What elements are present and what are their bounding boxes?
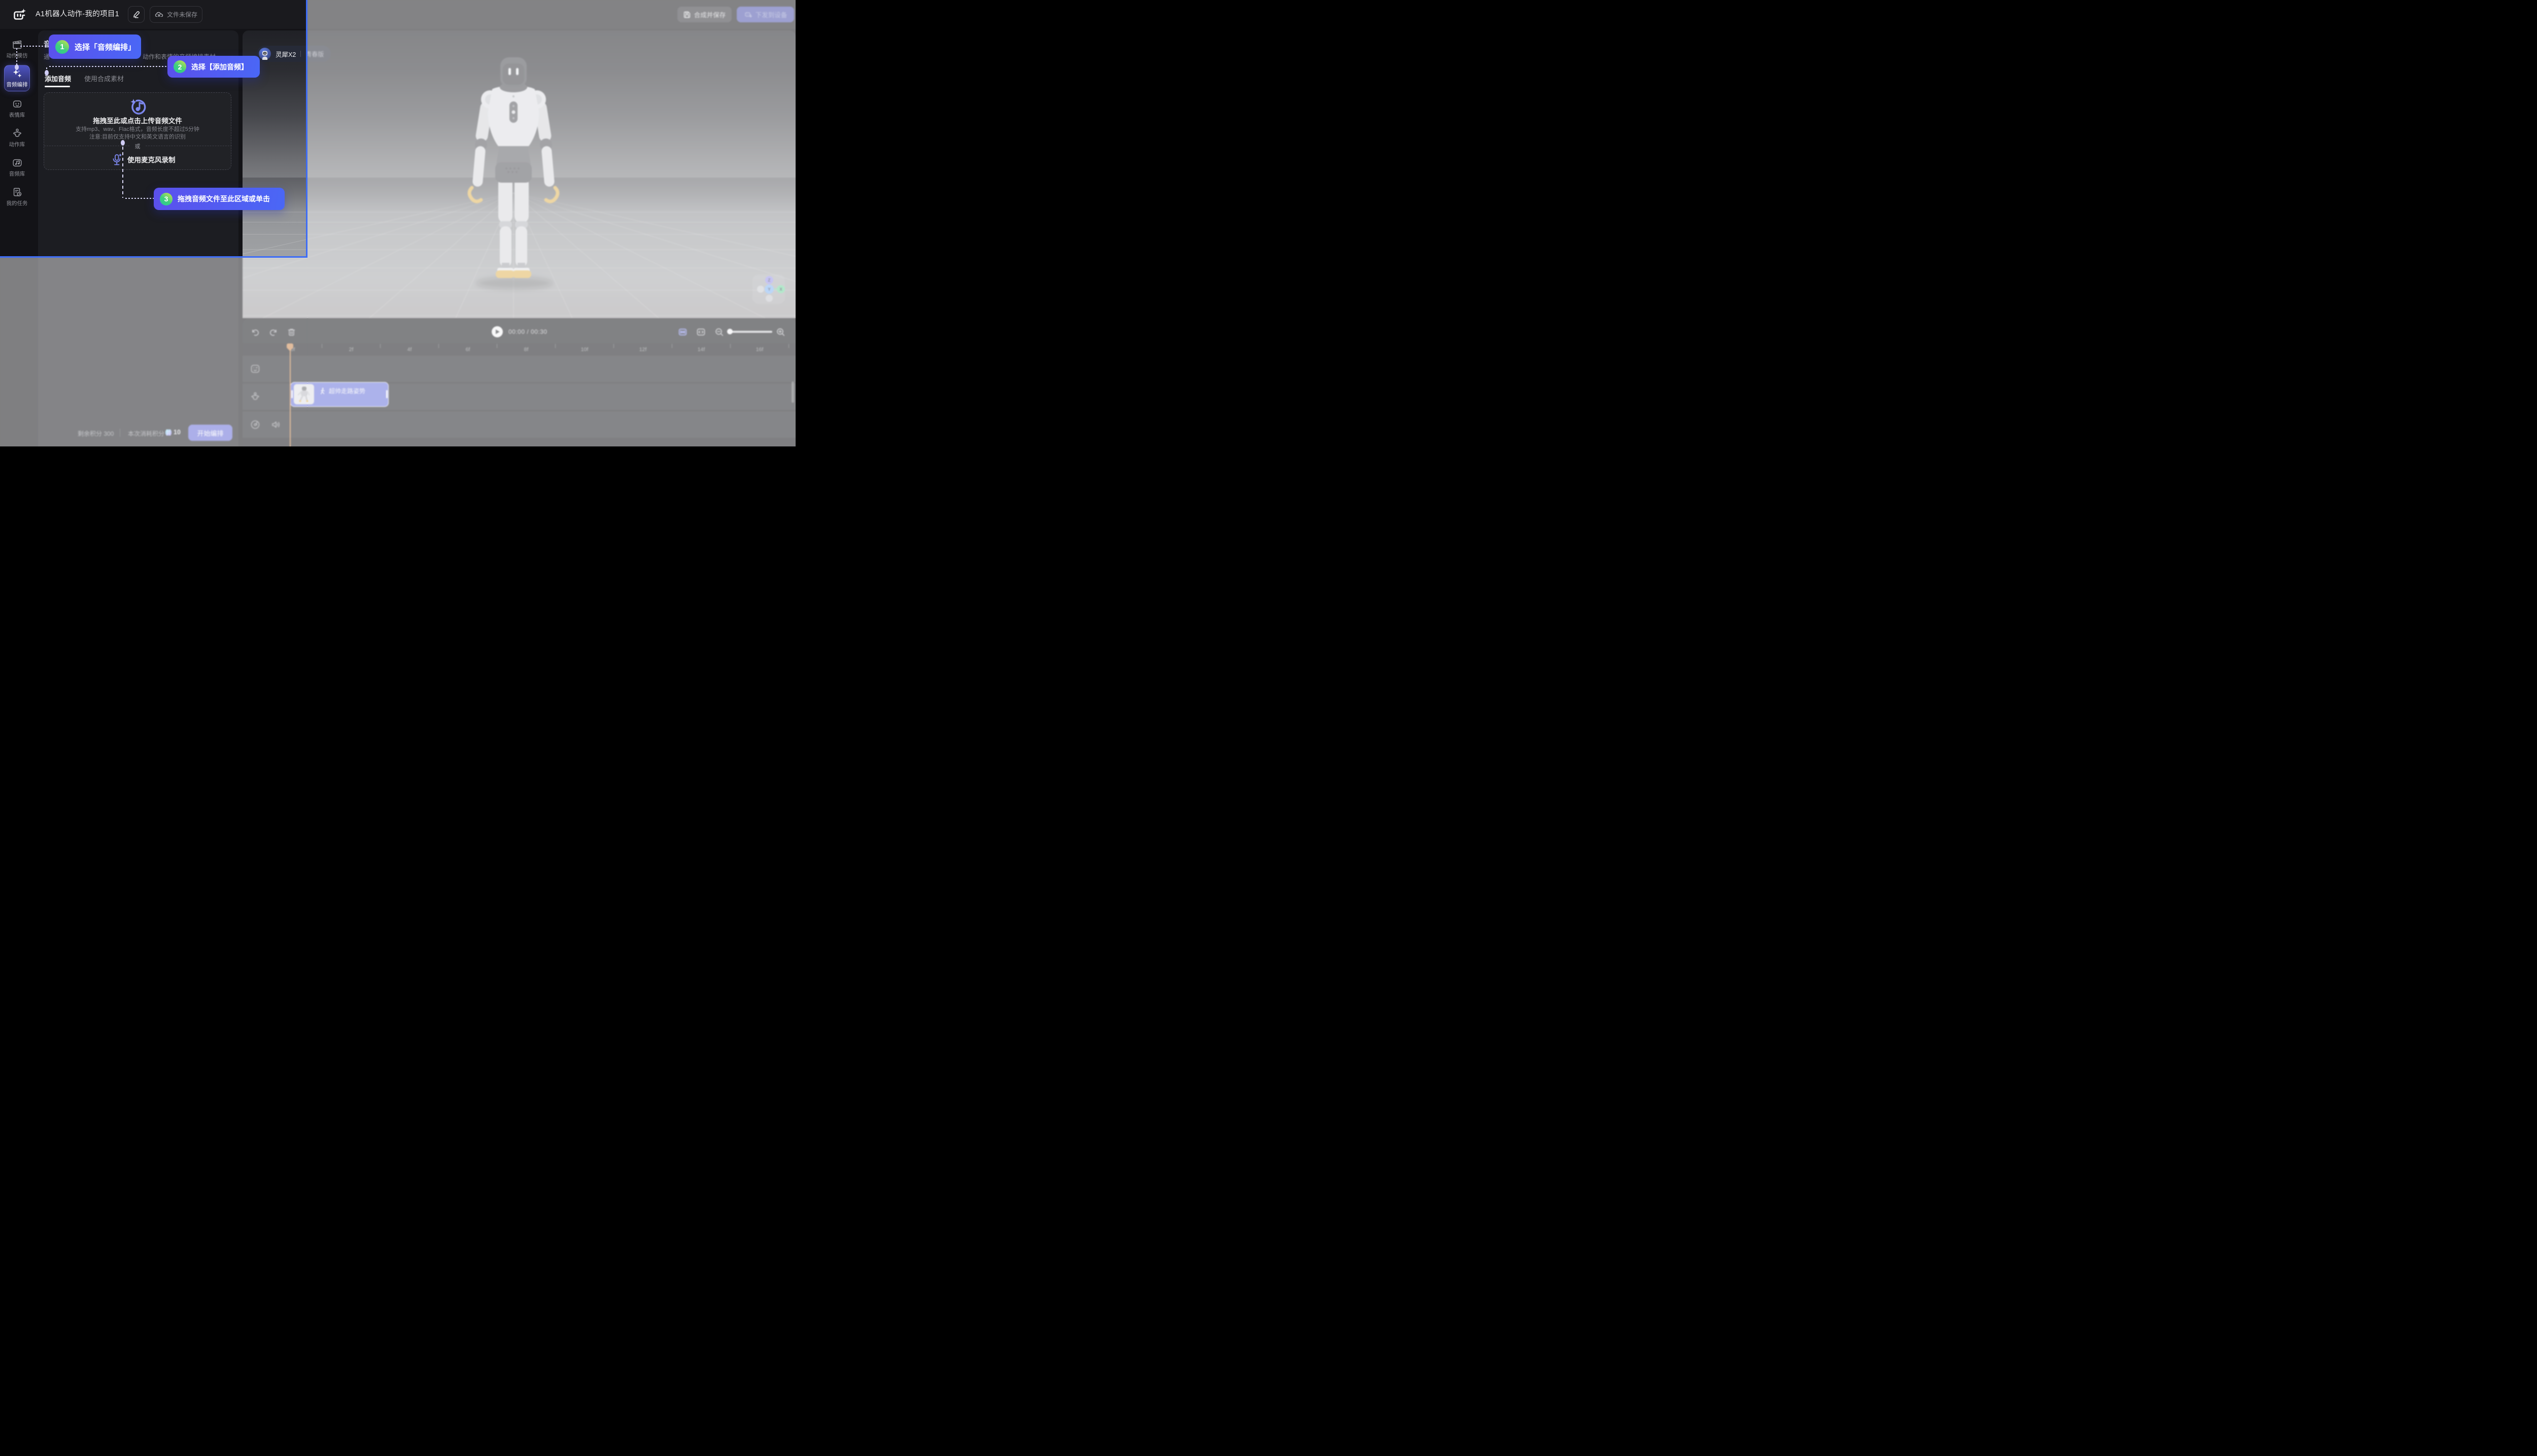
mic-record-label: 使用麦克风录制 [127,154,176,164]
sidebar-label: 音频库 [9,170,25,178]
connector-line [49,66,167,67]
connector-dot [45,70,49,76]
robot-avatar [259,48,271,60]
step-number-badge: 1 [55,40,69,54]
save-status-button[interactable]: 文件未保存 [150,6,202,23]
step-label: 选择【添加音频】 [191,62,248,72]
sidebar-item-audio-library[interactable]: 音频库 [0,157,34,178]
task-list-icon [12,187,23,198]
step-number-badge: 3 [160,193,173,205]
cloud-unsaved-icon [155,11,163,18]
tab-add-audio[interactable]: 添加音频 [45,74,71,83]
audio-upload-dropzone[interactable]: 拖拽至此或点击上传音频文件 支持mp3、wav、Flac格式，音频长度不超过5分… [44,92,231,170]
connector-line [125,198,154,199]
mic-record-button[interactable]: 使用麦克风录制 [111,153,176,166]
tutorial-dim-overlay [0,258,307,446]
connector-line [20,46,49,47]
person-icon [12,128,23,139]
highlight-border [0,256,306,258]
highlight-border [306,0,307,258]
robot-face-icon [12,98,23,110]
sidebar-item-expression-library[interactable]: 表情库 [0,98,34,119]
pencil-icon [132,11,140,18]
connector-dot [121,140,125,146]
connector-line [122,147,123,198]
active-tab-underline [45,86,70,87]
rename-button[interactable] [128,6,145,23]
sidebar-label: 我的任务 [7,199,28,207]
audio-library-icon [12,157,23,168]
tutorial-step-2: 2 选择【添加音频】 [167,56,260,78]
step-number-badge: 2 [174,60,186,73]
or-label: 或 [44,142,231,150]
app-logo-icon [11,7,26,22]
step-label: 拖拽音频文件至此区域或单击 [178,194,270,204]
microphone-icon [111,153,123,166]
step-label: 选择「音频编排」 [75,42,135,52]
robot-name: 灵犀X2 [276,49,296,59]
tutorial-dim-overlay [307,0,796,446]
sidebar-item-motion-library[interactable]: 动作库 [0,128,34,148]
upload-hint-formats: 支持mp3、wav、Flac格式，音频长度不超过5分钟 [44,125,231,133]
project-title: A1机器人动作-我的项目1 [36,0,119,29]
tab-use-synth-material[interactable]: 使用合成素材 [84,74,124,83]
chip-divider [300,51,301,57]
connector-dot [15,64,19,70]
connector-line [16,48,17,64]
sidebar-item-my-tasks[interactable]: 我的任务 [0,187,34,207]
tutorial-step-3: 3 拖拽音频文件至此区域或单击 [154,188,285,210]
sidebar-label: 音频编排 [7,81,28,88]
app-root: 灵犀X2 青春版 Z Y X 00:00 / 00:30 [0,0,796,446]
tutorial-step-1: 1 选择「音频编排」 [49,34,141,59]
sidebar-label: 动作库 [9,141,25,148]
upload-title: 拖拽至此或点击上传音频文件 [44,115,231,125]
upload-music-icon [128,96,148,116]
save-status-label: 文件未保存 [167,10,197,19]
upload-hint-note: 注意:目前仅支持中文和英文语言的识别 [44,132,231,141]
sidebar-label: 表情库 [9,111,25,119]
